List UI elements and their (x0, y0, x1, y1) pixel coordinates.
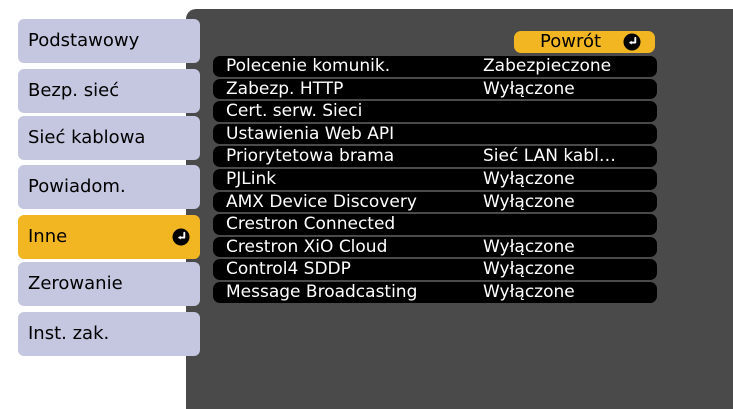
setting-row-message-broadcasting[interactable]: Message Broadcasting Wyłączone (213, 281, 657, 303)
setting-row-control4-sddp[interactable]: Control4 SDDP Wyłączone (213, 259, 657, 280)
tab-label: Inst. zak. (28, 323, 110, 344)
enter-return-icon (172, 228, 190, 246)
setting-value: Wyłączone (483, 191, 575, 212)
setting-label: Ustawienia Web API (226, 123, 395, 144)
tab-label: Bezp. sieć (28, 80, 120, 101)
tab-inst-zak[interactable]: Inst. zak. (18, 312, 200, 356)
setting-value: Wyłączone (483, 259, 575, 280)
setting-row-amx-device-discovery[interactable]: AMX Device Discovery Wyłączone (213, 191, 657, 213)
setting-label: Priorytetowa brama (226, 146, 395, 167)
tab-inne[interactable]: Inne (18, 215, 200, 259)
tab-bezp-siec[interactable]: Bezp. sieć (18, 69, 200, 113)
setting-value: Wyłączone (483, 236, 575, 257)
setting-label: Control4 SDDP (226, 259, 351, 280)
setting-row-crestron-connected[interactable]: Crestron Connected (213, 214, 657, 235)
setting-value: Sieć LAN kabl… (483, 146, 616, 167)
setting-row-polecenie-komunik[interactable]: Polecenie komunik. Zabezpieczone (213, 56, 657, 77)
setting-value: Wyłączone (483, 168, 575, 189)
settings-list: Polecenie komunik. Zabezpieczone Zabezp.… (213, 56, 657, 305)
tab-label: Zerowanie (28, 273, 123, 294)
setting-row-pjlink[interactable]: PJLink Wyłączone (213, 168, 657, 190)
tab-label: Sieć kablowa (28, 127, 146, 148)
setting-label: Crestron Connected (226, 214, 396, 235)
setting-row-priorytetowa-brama[interactable]: Priorytetowa brama Sieć LAN kabl… (213, 146, 657, 167)
setting-label: PJLink (226, 168, 277, 189)
setting-label: Zabezp. HTTP (226, 78, 344, 99)
enter-return-icon (623, 33, 641, 51)
tab-powiadom[interactable]: Powiadom. (18, 165, 200, 209)
setting-row-crestron-xio-cloud[interactable]: Crestron XiO Cloud Wyłączone (213, 236, 657, 258)
setting-row-ustawienia-web-api[interactable]: Ustawienia Web API (213, 123, 657, 145)
setting-label: Polecenie komunik. (226, 56, 391, 76)
back-button-label: Powrót (540, 31, 602, 52)
setting-value: Wyłączone (483, 78, 575, 99)
setting-label: Cert. serw. Sieci (226, 101, 363, 122)
tab-label: Podstawowy (28, 30, 140, 51)
setting-value: Wyłączone (483, 281, 575, 302)
back-button[interactable]: Powrót (514, 31, 655, 53)
tab-zerowanie[interactable]: Zerowanie (18, 262, 200, 306)
setting-row-cert-serw-sieci[interactable]: Cert. serw. Sieci (213, 101, 657, 122)
setting-label: Crestron XiO Cloud (226, 236, 388, 257)
setting-label: Message Broadcasting (226, 281, 418, 302)
tab-label: Powiadom. (28, 176, 126, 197)
tab-podstawowy[interactable]: Podstawowy (18, 19, 200, 63)
setting-row-zabezp-http[interactable]: Zabezp. HTTP Wyłączone (213, 78, 657, 100)
setting-label: AMX Device Discovery (226, 191, 417, 212)
tab-siec-kablowa[interactable]: Sieć kablowa (18, 116, 200, 160)
tab-label: Inne (28, 226, 68, 247)
setting-value: Zabezpieczone (483, 56, 612, 76)
